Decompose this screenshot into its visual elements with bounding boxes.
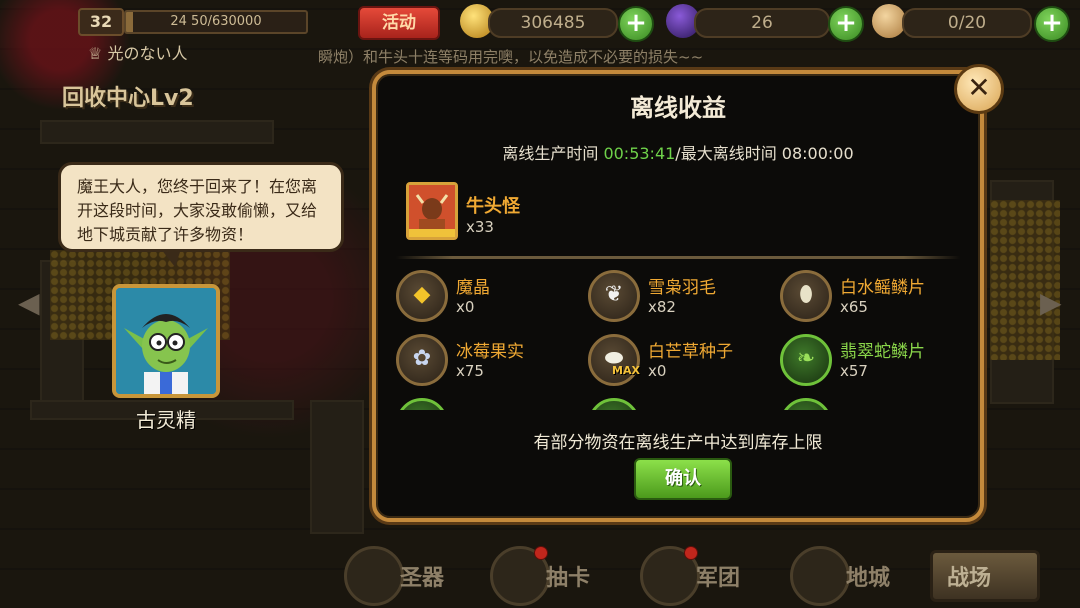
top-hud: 32 24 50/630000 活动 306485 + 26 + 0/20 + … bbox=[0, 0, 1080, 63]
seed-icon: ⬬ bbox=[588, 334, 640, 386]
max-time-value: 08:00:00 bbox=[781, 144, 854, 163]
crystal-icon: ◆ bbox=[396, 270, 448, 322]
resource-item-partial bbox=[588, 398, 778, 410]
resource-name: 雪枭羽毛 bbox=[648, 278, 716, 298]
resource-item: ◆ 魔晶 x0 bbox=[396, 270, 586, 330]
confirm-button[interactable]: 确认 bbox=[634, 458, 732, 500]
resource-item: ⬬ MAX 白芒草种子 x0 bbox=[588, 334, 778, 394]
resource-count: x82 bbox=[648, 298, 676, 316]
offline-time-value: 00:53:41 bbox=[603, 144, 676, 163]
crystal-counter: 26 bbox=[694, 8, 830, 38]
resource-name: 冰莓果实 bbox=[456, 342, 524, 362]
resource-item-partial bbox=[396, 398, 586, 410]
resource-count: x0 bbox=[648, 362, 667, 380]
resource-count: x75 bbox=[456, 362, 484, 380]
nav-legion-label: 军团 bbox=[696, 566, 741, 591]
resource-item: ❦ 雪枭羽毛 x82 bbox=[588, 270, 778, 330]
max-badge: MAX bbox=[612, 364, 640, 377]
scrolling-notice: 瞬炮）和牛头十连等码用完噢，以免造成不必要的损失~~ bbox=[318, 48, 704, 66]
resource-name: 白芒草种子 bbox=[648, 342, 733, 362]
goblin-avatar-icon bbox=[116, 288, 216, 394]
add-gold-button[interactable]: + bbox=[618, 6, 654, 42]
gold-counter: 306485 bbox=[488, 8, 618, 38]
exp-text: 24 50/630000 bbox=[170, 14, 262, 29]
nav-legion[interactable]: 军团 bbox=[640, 546, 750, 606]
relic-icon bbox=[344, 546, 404, 606]
population-counter: 0/20 bbox=[902, 8, 1032, 38]
section-divider bbox=[396, 256, 960, 259]
monster-name: 牛头怪 bbox=[466, 196, 520, 217]
feather-icon: ❦ bbox=[588, 270, 640, 322]
nav-relic-label: 圣器 bbox=[400, 566, 445, 591]
nav-territory[interactable]: 地城 bbox=[790, 546, 900, 606]
nav-draw-label: 抽卡 bbox=[546, 566, 591, 591]
npc-name: 古灵精 bbox=[136, 408, 196, 432]
nav-relic[interactable]: 圣器 bbox=[344, 546, 454, 606]
close-icon[interactable]: ✕ bbox=[954, 64, 1004, 114]
npc-speech-bubble: 魔王大人，您终于回来了！在您离开这段时间，大家没敢偷懒，又给地下城贡献了许多物资… bbox=[58, 162, 344, 267]
bottom-navigation: 圣器 抽卡 军团 地城 战场 bbox=[0, 540, 1080, 608]
offline-time-label: 离线生产时间 bbox=[502, 144, 604, 163]
player-name-text: 光のない人 bbox=[107, 44, 188, 63]
resource-name: 白水鳐鳞片 bbox=[840, 278, 925, 298]
exp-bar: 24 50/630000 bbox=[124, 10, 308, 34]
storage-limit-notice: 有部分物资在离线生产中达到库存上限 bbox=[533, 433, 823, 453]
resource-count: x0 bbox=[456, 298, 475, 316]
offline-time-line: 离线生产时间 00:53:41/最大离线时间 08:00:00 bbox=[376, 140, 980, 164]
resource-item-partial bbox=[780, 398, 970, 410]
resource-item: ⬮ 白水鳐鳞片 x65 bbox=[780, 270, 970, 330]
population-face-icon bbox=[872, 4, 906, 38]
berry-icon: ✿ bbox=[396, 334, 448, 386]
resource-list[interactable]: ◆ 魔晶 x0 ❦ 雪枭羽毛 x82 ⬮ 白水鳐鳞片 x65 ✿ 冰莓果实 x7… bbox=[390, 264, 970, 410]
resource-icon bbox=[396, 398, 448, 410]
dialog-title: 离线收益 bbox=[630, 94, 726, 122]
npc-portrait bbox=[112, 284, 220, 398]
resource-item: ✿ 冰莓果实 x75 bbox=[396, 334, 586, 394]
resource-name: 魔晶 bbox=[456, 278, 490, 298]
territory-icon bbox=[790, 546, 850, 606]
add-population-button[interactable]: + bbox=[1034, 6, 1070, 42]
resource-icon bbox=[780, 398, 832, 410]
leaf-icon: ❧ bbox=[780, 334, 832, 386]
scale-icon: ⬮ bbox=[780, 270, 832, 322]
battle-button[interactable]: 战场 bbox=[930, 550, 1040, 602]
notification-dot bbox=[534, 546, 548, 560]
resource-icon bbox=[588, 398, 640, 410]
resource-item: ❧ 翡翠蛇鳞片 x57 bbox=[780, 334, 970, 394]
resource-count: x57 bbox=[840, 362, 868, 380]
nav-draw[interactable]: 抽卡 bbox=[490, 546, 600, 606]
minotaur-card-icon bbox=[406, 182, 458, 240]
resource-name: 翡翠蛇鳞片 bbox=[840, 342, 925, 362]
monster-count: x33 bbox=[466, 218, 494, 236]
player-name: ♕ 光のない人 bbox=[88, 44, 188, 63]
nav-territory-label: 地城 bbox=[846, 566, 891, 591]
scroll-left-arrow-icon[interactable]: ◀ bbox=[18, 286, 40, 320]
event-button[interactable]: 活动 bbox=[358, 6, 440, 40]
room-title: 回收中心Lv2 bbox=[62, 86, 194, 111]
offline-earnings-dialog: 离线收益 ✕ 离线生产时间 00:53:41/最大离线时间 08:00:00 牛… bbox=[372, 64, 1004, 522]
notification-dot bbox=[684, 546, 698, 560]
scroll-right-arrow-icon[interactable]: ▶ bbox=[1040, 286, 1062, 320]
max-time-label: /最大离线时间 bbox=[675, 144, 782, 163]
resource-count: x65 bbox=[840, 298, 868, 316]
player-level-badge: 32 bbox=[78, 8, 124, 36]
add-crystal-button[interactable]: + bbox=[828, 6, 864, 42]
